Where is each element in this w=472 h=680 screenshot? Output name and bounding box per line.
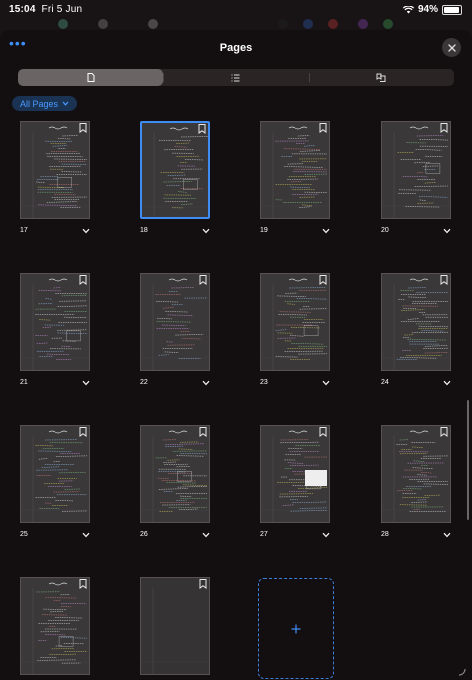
page-thumbnail[interactable] [381, 273, 451, 371]
bookmark-icon[interactable] [319, 427, 327, 437]
page-options-chevron-icon[interactable] [202, 532, 210, 538]
handwritten-notes [21, 582, 89, 674]
add-page-button[interactable] [258, 578, 334, 679]
page-number: 21 [20, 379, 28, 386]
filter-label: All Pages [20, 98, 59, 109]
segment-bookmarks[interactable] [308, 69, 454, 86]
page-thumbnail[interactable] [140, 273, 210, 371]
all-pages-filter[interactable]: All Pages [12, 96, 78, 111]
handwritten-notes [382, 126, 450, 218]
page-thumbnail[interactable] [260, 425, 330, 523]
close-button[interactable] [442, 38, 461, 57]
bookmark-icon[interactable] [440, 427, 448, 437]
page-number: 20 [381, 227, 389, 234]
page-number: 18 [140, 227, 148, 234]
resize-corner-icon [458, 668, 466, 676]
battery-icon [442, 4, 462, 15]
wifi-icon [402, 5, 414, 13]
handwritten-notes [261, 126, 329, 218]
bookmark-icon[interactable] [319, 275, 327, 285]
page-number: 25 [20, 531, 28, 538]
segment-thumbnails[interactable] [18, 69, 164, 86]
handwritten-notes [141, 278, 209, 370]
page-thumbnail[interactable] [20, 425, 90, 523]
handwritten-notes [142, 127, 208, 217]
page-options-chevron-icon[interactable] [82, 380, 90, 386]
plus-icon [291, 624, 301, 633]
page-options-chevron-icon[interactable] [443, 532, 451, 538]
page-number: 22 [140, 379, 148, 386]
battery-percent: 94% [417, 4, 438, 15]
segment-outline[interactable] [163, 69, 308, 86]
bookmark-icon[interactable] [199, 579, 207, 589]
page-options-chevron-icon[interactable] [443, 228, 451, 234]
bookmark-icon[interactable] [199, 427, 207, 437]
page-number: 24 [381, 379, 389, 386]
page-number: 27 [260, 531, 268, 538]
page-number: 19 [260, 227, 268, 234]
page-number: 23 [260, 379, 268, 386]
bookmark-icon[interactable] [199, 275, 207, 285]
bookmark-icon[interactable] [79, 123, 87, 133]
page-options-chevron-icon[interactable] [322, 228, 330, 234]
scrollbar[interactable] [467, 400, 469, 520]
handwritten-notes [21, 126, 89, 218]
chevron-down-icon [62, 101, 69, 106]
page-thumbnail[interactable] [20, 577, 90, 675]
handwritten-notes [141, 588, 209, 674]
page-number: 26 [140, 531, 148, 538]
bookmark-icon[interactable] [198, 124, 206, 134]
page-number: 28 [381, 531, 389, 538]
page-thumbnail[interactable] [260, 121, 330, 219]
page-options-chevron-icon[interactable] [322, 532, 330, 538]
handwritten-notes [21, 278, 89, 370]
handwritten-notes [261, 430, 329, 522]
page-thumbnail-icon [87, 73, 95, 82]
page-options-chevron-icon[interactable] [322, 380, 330, 386]
page-thumbnail-grid: 17 18 19 20 21 22 23 24 25 26 27 28 [0, 120, 472, 680]
page-options-chevron-icon[interactable] [82, 532, 90, 538]
handwritten-notes [382, 430, 450, 522]
page-thumbnail[interactable] [381, 425, 451, 523]
page-options-chevron-icon[interactable] [202, 228, 210, 234]
bookmark-icon[interactable] [79, 427, 87, 437]
close-icon [447, 43, 456, 52]
page-thumbnail[interactable] [140, 121, 210, 219]
page-thumbnail[interactable] [20, 121, 90, 219]
handwritten-notes [21, 430, 89, 522]
page-thumbnail[interactable] [20, 273, 90, 371]
page-thumbnail[interactable] [381, 121, 451, 219]
status-bar: 15:04 Fri 5 Jun 94% [0, 0, 472, 29]
page-thumbnail[interactable] [140, 577, 210, 675]
bookmark-icon[interactable] [440, 123, 448, 133]
bookmark-filter-icon [376, 73, 386, 82]
page-thumbnail[interactable] [260, 273, 330, 371]
bookmark-icon[interactable] [79, 579, 87, 589]
page-thumbnail[interactable] [140, 425, 210, 523]
bookmark-icon[interactable] [79, 275, 87, 285]
bookmark-icon[interactable] [319, 123, 327, 133]
sheet-title: Pages [219, 42, 253, 54]
view-mode-segmented-control [18, 69, 454, 86]
outline-list-icon [231, 74, 240, 81]
page-options-chevron-icon[interactable] [82, 228, 90, 234]
handwritten-notes [382, 278, 450, 370]
page-number: 17 [20, 227, 28, 234]
handwritten-notes [261, 278, 329, 370]
pages-sheet: ••• Pages All Pages 17 18 19 20 21 22 23… [0, 30, 472, 680]
status-time: 15:04 Fri 5 Jun [9, 4, 83, 15]
battery-level [444, 6, 460, 13]
status-indicators: 94% [402, 4, 462, 15]
handwritten-notes [141, 430, 209, 522]
page-options-chevron-icon[interactable] [443, 380, 451, 386]
bookmark-icon[interactable] [440, 275, 448, 285]
page-options-chevron-icon[interactable] [202, 380, 210, 386]
